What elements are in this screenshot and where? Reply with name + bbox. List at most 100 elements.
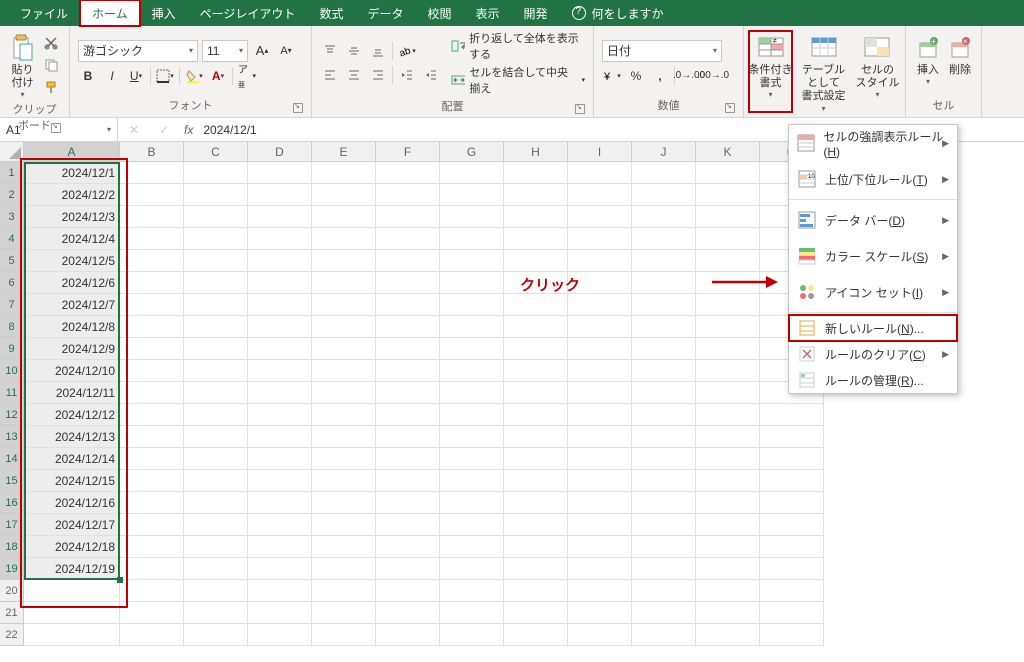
cell[interactable] <box>568 206 632 228</box>
cell[interactable] <box>568 316 632 338</box>
cell[interactable]: 2024/12/15 <box>24 470 120 492</box>
cell[interactable] <box>696 448 760 470</box>
alignment-launcher[interactable] <box>575 104 585 114</box>
underline-button[interactable]: U▾ <box>126 66 146 86</box>
tab-review[interactable]: 校閲 <box>415 0 463 26</box>
cell[interactable] <box>760 602 824 624</box>
align-center-button[interactable] <box>344 65 364 85</box>
number-format-combo[interactable]: 日付▾ <box>602 40 722 62</box>
row-header[interactable]: 12 <box>0 404 24 426</box>
cell[interactable] <box>568 624 632 646</box>
cell[interactable] <box>184 360 248 382</box>
cell[interactable] <box>696 624 760 646</box>
cell[interactable] <box>184 624 248 646</box>
cell[interactable] <box>504 492 568 514</box>
cell[interactable] <box>760 624 824 646</box>
italic-button[interactable]: I <box>102 66 122 86</box>
cell[interactable] <box>696 360 760 382</box>
cell[interactable] <box>248 272 312 294</box>
cf-data-bars[interactable]: データ バー(D) <box>789 202 957 238</box>
cell[interactable]: 2024/12/2 <box>24 184 120 206</box>
cell[interactable] <box>376 448 440 470</box>
cell[interactable] <box>696 558 760 580</box>
cell[interactable]: 2024/12/8 <box>24 316 120 338</box>
column-header[interactable]: I <box>568 142 632 162</box>
cell[interactable] <box>568 228 632 250</box>
cell-styles-button[interactable]: セルの スタイル ▾ <box>854 30 901 113</box>
border-button[interactable]: ▾ <box>155 66 175 86</box>
format-painter-button[interactable] <box>41 77 61 97</box>
cell[interactable] <box>632 228 696 250</box>
align-middle-button[interactable] <box>344 41 364 61</box>
insert-cells-button[interactable]: + 挿入 ▾ <box>914 30 942 95</box>
cell[interactable] <box>440 492 504 514</box>
cell[interactable] <box>632 316 696 338</box>
cell[interactable]: 2024/12/3 <box>24 206 120 228</box>
cell[interactable] <box>120 360 184 382</box>
cell[interactable] <box>632 426 696 448</box>
cell[interactable]: 2024/12/7 <box>24 294 120 316</box>
cut-button[interactable] <box>41 33 61 53</box>
cell[interactable]: 2024/12/19 <box>24 558 120 580</box>
cell[interactable] <box>440 294 504 316</box>
cell[interactable] <box>504 250 568 272</box>
cell[interactable]: 2024/12/13 <box>24 426 120 448</box>
cell[interactable] <box>120 228 184 250</box>
cell[interactable] <box>248 316 312 338</box>
cell[interactable] <box>568 602 632 624</box>
row-header[interactable]: 5 <box>0 250 24 272</box>
cell[interactable] <box>376 514 440 536</box>
cell[interactable] <box>376 360 440 382</box>
cell[interactable] <box>760 536 824 558</box>
cell[interactable] <box>568 470 632 492</box>
cell[interactable] <box>376 184 440 206</box>
cell[interactable] <box>248 338 312 360</box>
cell[interactable] <box>120 448 184 470</box>
cell[interactable] <box>632 624 696 646</box>
cell[interactable] <box>184 602 248 624</box>
phonetic-button[interactable]: ア亜▾ <box>237 66 257 86</box>
cell[interactable]: 2024/12/9 <box>24 338 120 360</box>
cell[interactable] <box>248 404 312 426</box>
cell[interactable] <box>184 470 248 492</box>
cell[interactable] <box>632 184 696 206</box>
cell[interactable] <box>376 316 440 338</box>
row-header[interactable]: 9 <box>0 338 24 360</box>
align-right-button[interactable] <box>368 65 388 85</box>
cell[interactable] <box>504 338 568 360</box>
format-as-table-button[interactable]: テーブルとして 書式設定 ▾ <box>797 30 850 113</box>
conditional-formatting-button[interactable]: ≠ 条件付き 書式 ▾ <box>748 30 793 113</box>
cell[interactable] <box>120 492 184 514</box>
cell[interactable] <box>312 426 376 448</box>
cell[interactable] <box>376 624 440 646</box>
cell[interactable] <box>504 228 568 250</box>
cell[interactable] <box>696 382 760 404</box>
cell[interactable] <box>376 338 440 360</box>
cell[interactable] <box>504 514 568 536</box>
cell[interactable]: 2024/12/16 <box>24 492 120 514</box>
cell[interactable] <box>312 272 376 294</box>
cell[interactable] <box>312 558 376 580</box>
row-header[interactable]: 15 <box>0 470 24 492</box>
tab-data[interactable]: データ <box>355 0 415 26</box>
cell[interactable] <box>504 426 568 448</box>
cell[interactable] <box>696 514 760 536</box>
row-header[interactable]: 19 <box>0 558 24 580</box>
cell[interactable] <box>120 404 184 426</box>
comma-format-button[interactable]: , <box>650 66 670 86</box>
cell[interactable] <box>504 404 568 426</box>
cell[interactable] <box>440 580 504 602</box>
tab-home[interactable]: ホーム <box>80 0 140 26</box>
cell[interactable] <box>632 492 696 514</box>
cell[interactable] <box>440 228 504 250</box>
cell[interactable] <box>696 228 760 250</box>
cell[interactable] <box>568 514 632 536</box>
cell[interactable]: 2024/12/6 <box>24 272 120 294</box>
cell[interactable] <box>248 294 312 316</box>
cell[interactable] <box>184 162 248 184</box>
row-header[interactable]: 7 <box>0 294 24 316</box>
row-header[interactable]: 1 <box>0 162 24 184</box>
cell[interactable] <box>120 250 184 272</box>
cell[interactable] <box>376 162 440 184</box>
cell[interactable] <box>184 404 248 426</box>
